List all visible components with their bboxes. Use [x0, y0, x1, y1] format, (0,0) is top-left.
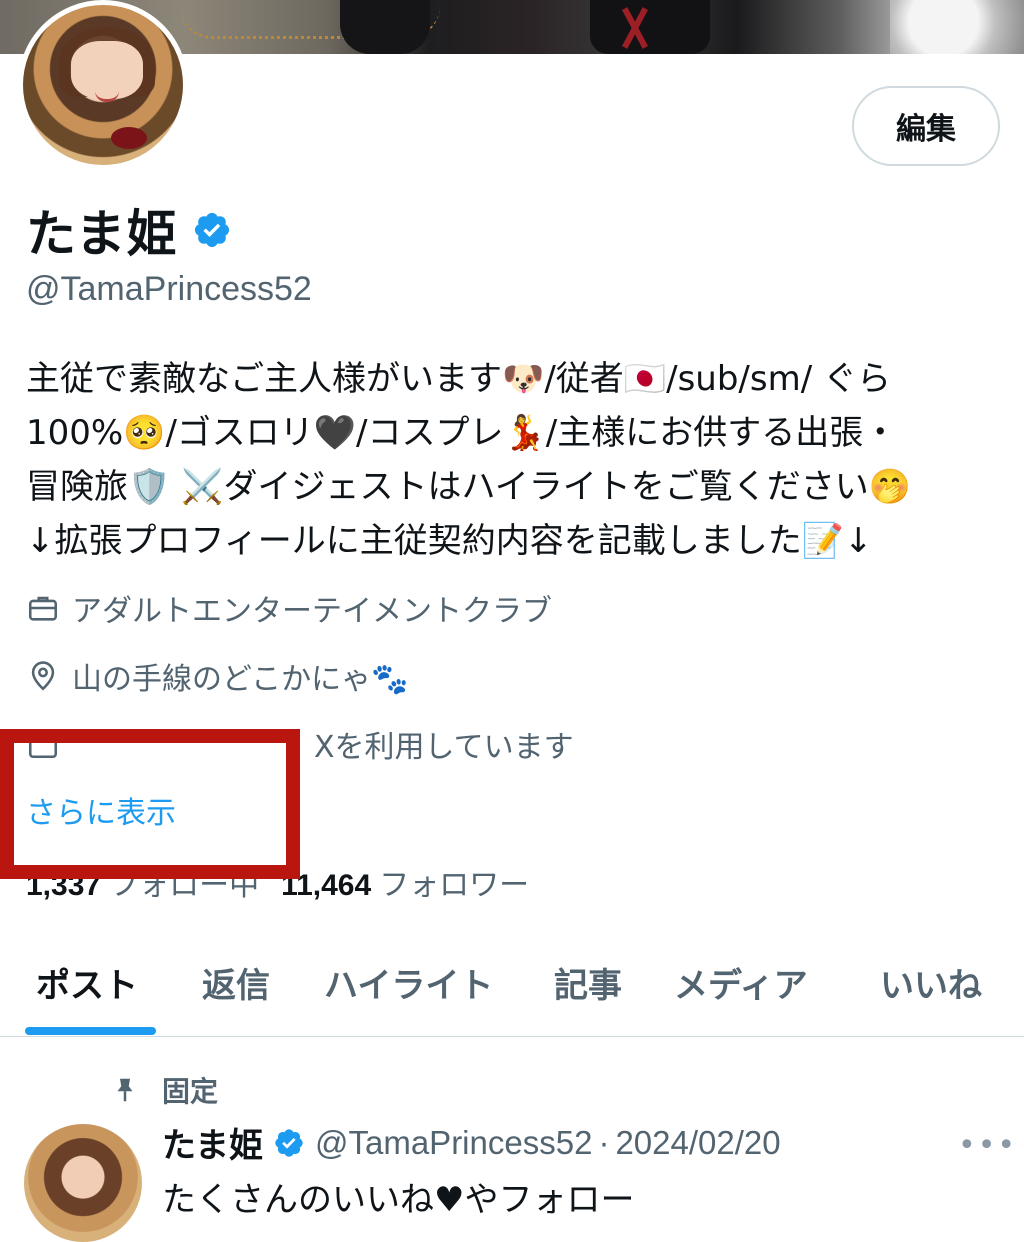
avatar-smile [95, 91, 119, 102]
bio-line: 主従で素敵なご主人様がいます🐶/従者🇯🇵/sub/sm/ ぐら [26, 359, 891, 399]
pinned-label: 固定 [110, 1070, 218, 1110]
profile-category: アダルトエンターテイメントクラブ [26, 586, 552, 630]
post-author-name[interactable]: たま姫 [162, 1118, 263, 1167]
post-author-handle[interactable]: @TamaPrincess52 [315, 1124, 592, 1162]
profile-avatar[interactable] [18, 0, 188, 170]
tab-articles[interactable]: 記事 [554, 958, 622, 1007]
post-date[interactable]: 2024/02/20 [615, 1124, 780, 1162]
display-name: たま姫 [26, 205, 178, 263]
tab-highlights[interactable]: ハイライト [324, 958, 493, 1007]
bio-line: ↓拡張プロフィールに主従契約内容を記載しました📝↓ [26, 521, 873, 561]
location-text: 山の手線のどこかにゃ🐾 [72, 662, 409, 697]
name-row: たま姫 [26, 194, 232, 266]
edit-profile-button[interactable]: 編集 [852, 86, 1000, 166]
location-pin-icon [31, 661, 55, 691]
category-text: アダルトエンターテイメントクラブ [72, 594, 552, 629]
active-tab-indicator [25, 1027, 156, 1035]
verified-badge-icon[interactable] [192, 210, 232, 250]
post-author-avatar[interactable] [24, 1124, 142, 1242]
post-separator: · [598, 1123, 610, 1161]
banner-figure [340, 0, 430, 54]
followers-link[interactable]: 11,464 フォロワー [281, 860, 529, 904]
more-icon[interactable]: ••• [958, 1128, 1017, 1163]
pinned-text: 固定 [162, 1075, 219, 1108]
tab-posts[interactable]: ポスト [36, 958, 138, 1007]
verified-badge-icon [275, 1128, 303, 1157]
banner-figure [590, 0, 710, 54]
profile-handle: @TamaPrincess52 [26, 270, 312, 308]
profile-tabs: ポスト 返信 ハイライト 記事 メディア いいね [0, 940, 1024, 1037]
post-header: たま姫 @TamaPrincess52 · 2024/02/20 [162, 1118, 781, 1167]
tab-likes[interactable]: いいね [880, 958, 982, 1007]
avatar-roses [111, 127, 147, 149]
profile-bio: 主従で素敵なご主人様がいます🐶/従者🇯🇵/sub/sm/ ぐら 100%🥺/ゴス… [26, 352, 1006, 568]
followers-label: フォロワー [379, 869, 530, 902]
banner-fur [890, 0, 1024, 54]
profile-location: 山の手線のどこかにゃ🐾 [26, 654, 408, 698]
bio-line: 冒険旅🛡️ ⚔️ダイジェストはハイライトをご覧ください🤭 [26, 467, 912, 507]
post-text: たくさんのいいね♥やフォロー [162, 1180, 635, 1220]
bio-line: 100%🥺/ゴスロリ🖤/コスプレ💃/主様にお供する出張・ [26, 413, 898, 453]
tab-replies[interactable]: 返信 [202, 958, 270, 1007]
briefcase-icon [28, 596, 58, 621]
annotation-highlight-box [0, 729, 300, 879]
joined-text: Xを利用しています [314, 730, 574, 765]
tab-media[interactable]: メディア [674, 958, 808, 1007]
pin-icon [117, 1078, 133, 1102]
